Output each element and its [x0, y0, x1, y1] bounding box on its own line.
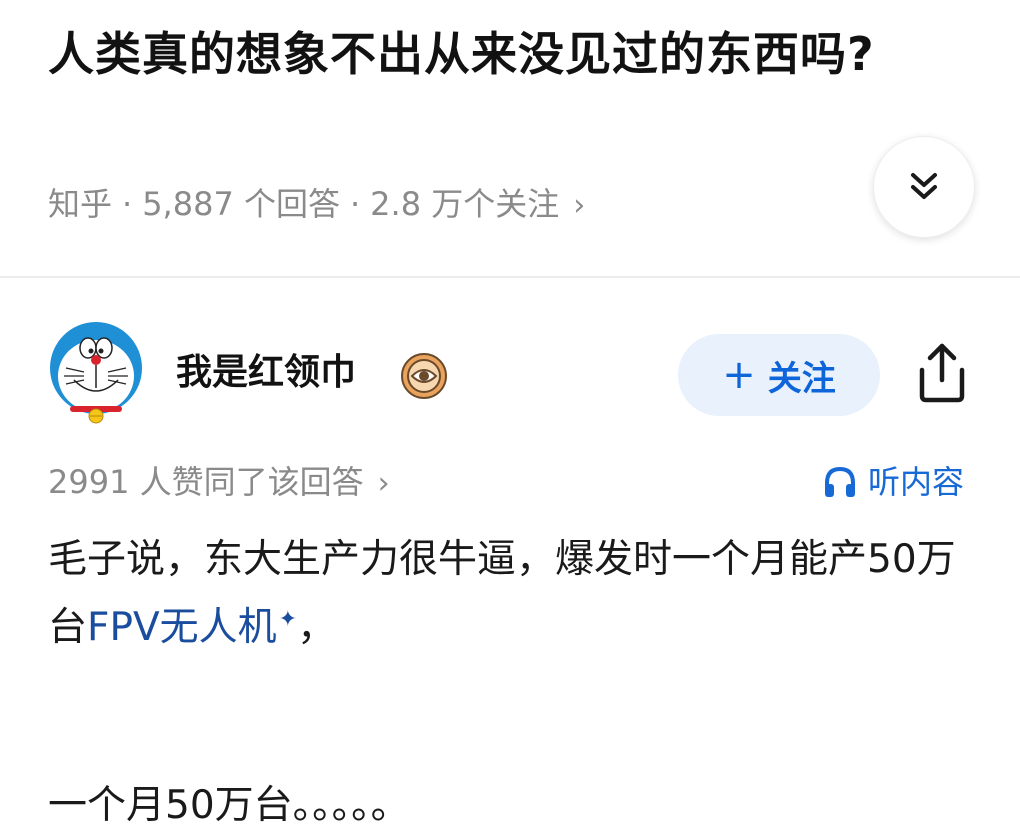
- vote-summary[interactable]: 2991 人赞同了该回答 ›: [48, 460, 390, 506]
- chevron-right-icon: ›: [377, 466, 390, 501]
- answer-paragraph: 一个月50万台。。。。。: [48, 783, 410, 828]
- question-meta[interactable]: 知乎 · 5,887 个回答 · 2.8 万个关注 ›: [48, 182, 585, 228]
- expand-question-button[interactable]: [873, 136, 975, 238]
- share-button[interactable]: [912, 340, 972, 406]
- chevron-right-icon: ›: [573, 188, 586, 223]
- answer-count: 5,887 个回答: [142, 185, 340, 223]
- answer-body: 毛子说，东大生产力很牛逼，爆发时一个月能产50万台FPV无人机✦， 一个月50万…: [48, 530, 978, 834]
- follow-button[interactable]: + 关注: [678, 334, 880, 416]
- listen-label: 听内容: [868, 463, 965, 501]
- zhihu-answer-page: 人类真的想象不出从来没见过的东西吗? 知乎 · 5,887 个回答 · 2.8 万个关注…: [0, 0, 1020, 834]
- share-icon: [919, 343, 965, 403]
- vote-count-text: 2991 人赞同了该回答: [48, 463, 364, 501]
- avatar[interactable]: [48, 322, 144, 426]
- follow-label: 关注: [767, 358, 836, 399]
- doraemon-avatar-image: [50, 322, 142, 424]
- sparkle-icon: ✦: [278, 607, 298, 632]
- author-name[interactable]: 我是红领巾: [176, 350, 356, 396]
- headphones-icon: [825, 466, 855, 497]
- answer-paragraph: 毛子说，东大生产力很牛逼，爆发时一个月能产50万台FPV无人机✦，: [48, 537, 956, 650]
- keyword-link[interactable]: FPV无人机: [87, 605, 277, 650]
- double-chevron-down-icon: [911, 173, 937, 199]
- question-title[interactable]: 人类真的想象不出从来没见过的东西吗?: [48, 14, 908, 94]
- eye-badge-icon: [400, 352, 448, 400]
- section-divider: [0, 276, 1020, 278]
- follower-count: 2.8 万个关注: [370, 185, 560, 223]
- plus-icon: +: [722, 352, 756, 398]
- listen-button[interactable]: 听内容: [822, 460, 964, 504]
- source-label: 知乎: [48, 185, 113, 223]
